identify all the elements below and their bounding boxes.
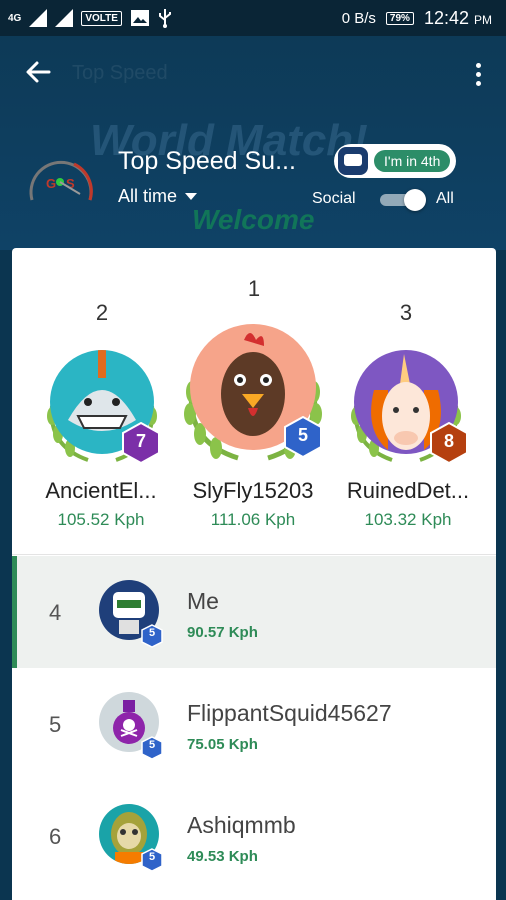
- period-dropdown[interactable]: All time: [118, 186, 198, 207]
- podium-name[interactable]: SlyFly15203: [180, 478, 326, 504]
- period-label: All time: [118, 186, 178, 206]
- divider: [12, 554, 496, 555]
- row-rank: 4: [49, 600, 62, 625]
- toolbar-title: Top Speed: [72, 62, 168, 84]
- podium-speed: 105.52 Kph: [57, 510, 145, 529]
- podium-name[interactable]: RuinedDet...: [338, 478, 478, 504]
- leaderboard-title[interactable]: Top Speed Su...: [118, 147, 296, 176]
- level-badge-number: 7: [135, 431, 146, 451]
- podium-place-1: 1: [247, 276, 261, 301]
- network-type: 4G: [8, 12, 22, 24]
- svg-text:G: G: [46, 176, 56, 191]
- more-vert-icon: [475, 62, 481, 68]
- row-name: FlippantSquid45627: [187, 700, 392, 726]
- row-level: 5: [148, 739, 156, 751]
- row-rank: 6: [49, 824, 62, 849]
- leaderboard-row-me[interactable]: 4 5 Me 90.57 Kph: [12, 556, 496, 668]
- speedometer-icon: G S: [29, 160, 93, 201]
- signal-icon-2: [55, 9, 74, 27]
- row-speed: 75.05 Kph: [187, 736, 258, 753]
- data-speed: 0 B/s: [341, 10, 376, 27]
- row-level: 5: [148, 851, 156, 863]
- robot-avatar-icon: [338, 147, 368, 175]
- podium-name[interactable]: AncientEl...: [36, 478, 166, 504]
- watermark-welcome: Welcome: [192, 204, 315, 235]
- arrow-left-icon: [26, 61, 51, 83]
- leaderboard-row[interactable]: 6 5 Ashiqmmb 49.53 Kph: [17, 780, 496, 892]
- battery-indicator: 79%: [385, 12, 414, 25]
- clock-ampm: PM: [474, 13, 492, 27]
- leaderboard-header: Top Speed World Match! Welcome G S Top S…: [0, 36, 506, 250]
- leaderboard-card: 2 7 AncientEl... 105.52 Kph 1 5 SlyFly15…: [12, 248, 496, 900]
- row-name: Ashiqmmb: [187, 812, 296, 838]
- clock-time: 12:42: [423, 8, 469, 28]
- podium-speed: 111.06 Kph: [210, 510, 296, 529]
- row-speed: 49.53 Kph: [187, 848, 258, 865]
- row-name: Me: [187, 588, 219, 614]
- podium-place-3: 3: [399, 300, 413, 325]
- level-badge-number: 5: [297, 425, 308, 445]
- social-all-toggle[interactable]: [380, 189, 426, 211]
- volte-indicator: VOLTE: [81, 10, 122, 26]
- leaderboard-row[interactable]: 5 5 FlippantSquid45627 75.05 Kph: [17, 668, 496, 780]
- level-badge-number: 8: [443, 431, 454, 451]
- back-button[interactable]: [24, 58, 56, 90]
- status-bar: 4G VOLTE 0 B/s 79% 12:42 PM: [0, 0, 506, 36]
- toggle-label-all: All: [436, 190, 454, 207]
- signal-icon: [29, 9, 48, 27]
- chevron-down-icon: [185, 193, 198, 200]
- toggle-label-social: Social: [312, 190, 356, 207]
- my-rank-button[interactable]: I'm in 4th: [334, 144, 456, 178]
- overflow-menu-button[interactable]: [472, 58, 484, 90]
- usb-icon: [158, 9, 171, 28]
- podium-speed: 103.32 Kph: [364, 510, 452, 529]
- my-rank-label: I'm in 4th: [374, 150, 451, 172]
- row-level: 5: [148, 627, 156, 639]
- podium-place-2: 2: [95, 300, 109, 325]
- row-rank: 5: [49, 712, 62, 737]
- gallery-icon: [130, 10, 149, 26]
- clock: 12:42 PM: [424, 8, 492, 29]
- row-speed: 90.57 Kph: [187, 624, 258, 641]
